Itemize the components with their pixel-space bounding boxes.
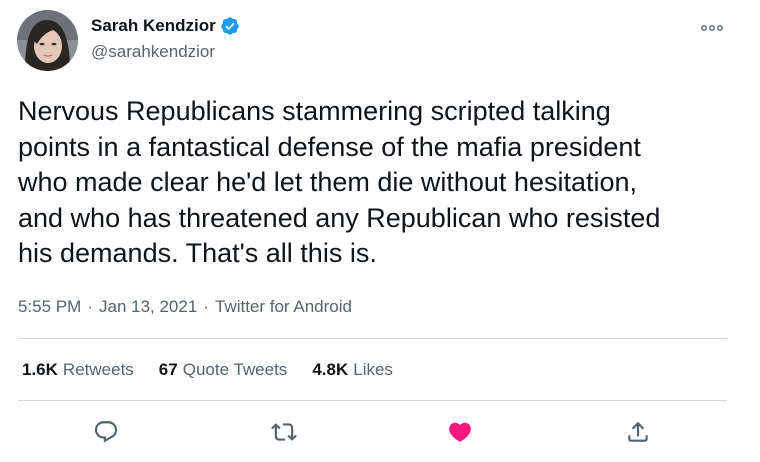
tweet-source[interactable]: Twitter for Android xyxy=(215,297,352,317)
retweets-label: Retweets xyxy=(62,360,134,379)
heart-icon xyxy=(449,422,471,442)
avatar-image xyxy=(17,10,78,71)
divider-top xyxy=(18,338,727,339)
user-handle[interactable]: @sarahkendzior xyxy=(91,42,240,62)
avatar[interactable] xyxy=(17,10,78,71)
reply-icon xyxy=(94,421,118,443)
share-icon xyxy=(628,421,648,442)
verified-badge-icon xyxy=(220,16,240,36)
retweet-button[interactable] xyxy=(270,418,298,446)
display-name[interactable]: Sarah Kendzior xyxy=(91,16,216,36)
retweets-stat[interactable]: 1.6K Retweets xyxy=(22,360,134,380)
more-dots-icon xyxy=(701,25,723,31)
engagement-stats: 1.6K Retweets 67 Quote Tweets 4.8K Likes xyxy=(22,360,418,380)
likes-label: Likes xyxy=(353,360,393,379)
quote-tweets-label: Quote Tweets xyxy=(182,360,288,379)
retweet-icon xyxy=(271,423,297,441)
reply-button[interactable] xyxy=(92,418,120,446)
meta-separator: · xyxy=(87,297,93,316)
retweets-count: 1.6K xyxy=(22,360,58,379)
author-block: Sarah Kendzior @sarahkendzior xyxy=(91,14,240,62)
quote-tweets-stat[interactable]: 67 Quote Tweets xyxy=(159,360,288,380)
tweet-text: Nervous Republicans stammering scripted … xyxy=(18,96,661,268)
likes-stat[interactable]: 4.8K Likes xyxy=(312,360,393,380)
tweet-meta: 5:55 PM · Jan 13, 2021 · Twitter for And… xyxy=(18,297,352,317)
share-button[interactable] xyxy=(624,418,652,446)
divider-bottom xyxy=(18,400,727,401)
like-button[interactable] xyxy=(446,418,474,446)
meta-separator: · xyxy=(203,297,209,316)
name-row: Sarah Kendzior xyxy=(91,14,240,38)
tweet-card: Sarah Kendzior @sarahkendzior Nervous Re… xyxy=(0,0,760,462)
likes-count: 4.8K xyxy=(312,360,349,379)
tweet-date[interactable]: Jan 13, 2021 xyxy=(99,297,197,317)
tweet-time[interactable]: 5:55 PM xyxy=(18,297,81,317)
quote-tweets-count: 67 xyxy=(158,360,178,379)
more-options-button[interactable] xyxy=(697,18,727,38)
